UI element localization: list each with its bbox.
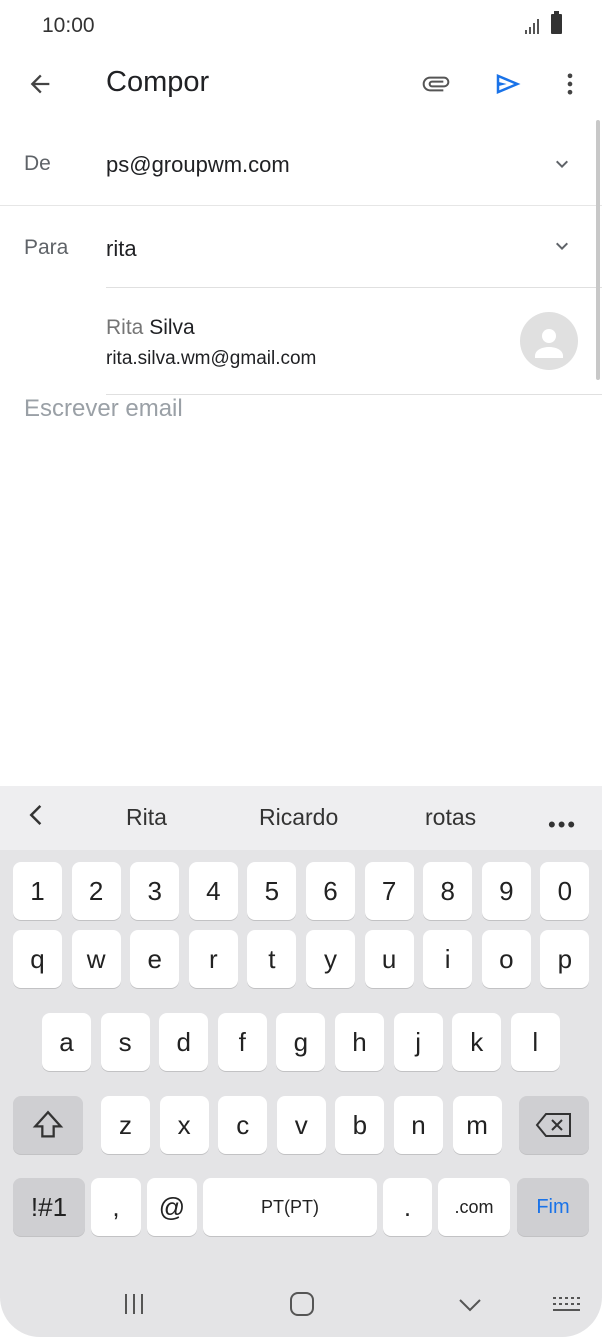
chevron-down-icon[interactable] bbox=[550, 152, 574, 176]
prediction-bar: Rita Ricardo rotas ••• bbox=[0, 786, 602, 850]
shift-key[interactable] bbox=[13, 1096, 83, 1154]
key-h[interactable]: h bbox=[335, 1013, 384, 1071]
key-f[interactable]: f bbox=[217, 1013, 267, 1071]
key-n[interactable]: n bbox=[394, 1096, 443, 1154]
status-bar: 10:00 bbox=[0, 0, 602, 52]
to-label: Para bbox=[24, 236, 69, 259]
paperclip-icon bbox=[422, 76, 450, 92]
key-i[interactable]: i bbox=[423, 930, 473, 988]
key-b[interactable]: b bbox=[335, 1096, 385, 1154]
prediction-2[interactable]: Ricardo bbox=[259, 804, 338, 831]
key-x[interactable]: x bbox=[159, 1096, 209, 1154]
divider bbox=[106, 287, 602, 288]
key-t[interactable]: t bbox=[247, 930, 297, 988]
signal-icon bbox=[525, 18, 539, 34]
key-d[interactable]: d bbox=[159, 1013, 209, 1071]
key-9[interactable]: 9 bbox=[481, 862, 531, 920]
key-y[interactable]: y bbox=[306, 930, 355, 988]
key-m[interactable]: m bbox=[452, 1096, 502, 1154]
key-r[interactable]: r bbox=[188, 930, 238, 988]
key-8[interactable]: 8 bbox=[423, 862, 473, 920]
person-icon bbox=[535, 329, 563, 358]
page-title: Compor bbox=[106, 66, 210, 98]
from-value[interactable]: ps@groupwm.com bbox=[106, 152, 290, 178]
back-button[interactable] bbox=[18, 62, 62, 106]
hide-keyboard-icon[interactable] bbox=[456, 1290, 484, 1318]
key-7[interactable]: 7 bbox=[364, 862, 414, 920]
key-0[interactable]: 0 bbox=[540, 862, 590, 920]
scrollbar[interactable] bbox=[596, 120, 600, 380]
key-z[interactable]: z bbox=[101, 1096, 150, 1154]
home-icon[interactable] bbox=[288, 1290, 316, 1318]
key-s[interactable]: s bbox=[100, 1013, 150, 1071]
backspace-icon bbox=[535, 1113, 571, 1137]
chevron-left-icon[interactable] bbox=[22, 800, 52, 830]
contact-suggestion[interactable]: Rita Silva rita.silva.wm@gmail.com bbox=[106, 300, 602, 395]
status-time: 10:00 bbox=[42, 14, 95, 37]
suggestion-name: Rita Silva bbox=[106, 316, 195, 340]
keyboard: Rita Ricardo rotas ••• 1234567890 qwertyu… bbox=[0, 786, 602, 1337]
more-predictions-button[interactable]: ••• bbox=[548, 812, 577, 838]
suggestion-email: rita.silva.wm@gmail.com bbox=[106, 348, 317, 369]
more-vert-icon bbox=[567, 73, 573, 95]
comma-key[interactable]: , bbox=[91, 1178, 141, 1236]
recent-apps-icon[interactable] bbox=[120, 1290, 148, 1318]
key-p[interactable]: p bbox=[540, 930, 590, 988]
app-bar: Compor bbox=[0, 52, 602, 114]
more-options-button[interactable] bbox=[548, 62, 592, 106]
to-row[interactable]: Para rita bbox=[0, 206, 602, 288]
from-row[interactable]: De ps@groupwm.com bbox=[0, 124, 602, 206]
battery-icon bbox=[551, 11, 562, 34]
from-label: De bbox=[24, 152, 51, 175]
done-key[interactable]: Fim bbox=[517, 1178, 589, 1236]
send-button[interactable] bbox=[486, 62, 530, 106]
shift-icon bbox=[32, 1110, 64, 1138]
keyboard-icon[interactable] bbox=[552, 1294, 580, 1314]
key-v[interactable]: v bbox=[276, 1096, 326, 1154]
key-e[interactable]: e bbox=[130, 930, 180, 988]
suggestion-name-match: Rita bbox=[106, 316, 144, 339]
back-arrow-icon bbox=[30, 74, 50, 94]
space-key[interactable]: PT(PT) bbox=[203, 1178, 377, 1236]
key-1[interactable]: 1 bbox=[13, 862, 62, 920]
system-nav-bar bbox=[0, 1274, 602, 1337]
status-icons bbox=[525, 11, 562, 34]
period-key[interactable]: . bbox=[383, 1178, 432, 1236]
key-k[interactable]: k bbox=[452, 1013, 502, 1071]
key-3[interactable]: 3 bbox=[130, 862, 180, 920]
key-j[interactable]: j bbox=[393, 1013, 443, 1071]
key-w[interactable]: w bbox=[71, 930, 121, 988]
key-c[interactable]: c bbox=[218, 1096, 268, 1154]
dotcom-key[interactable]: .com bbox=[438, 1178, 510, 1236]
symbols-key[interactable]: !#1 bbox=[13, 1178, 85, 1236]
key-2[interactable]: 2 bbox=[71, 862, 121, 920]
to-input[interactable]: rita bbox=[106, 236, 137, 262]
key-l[interactable]: l bbox=[510, 1013, 560, 1071]
key-o[interactable]: o bbox=[481, 930, 531, 988]
attach-button[interactable] bbox=[414, 62, 458, 106]
prediction-3[interactable]: rotas bbox=[425, 804, 476, 831]
key-q[interactable]: q bbox=[13, 930, 62, 988]
key-u[interactable]: u bbox=[364, 930, 414, 988]
body-input[interactable]: Escrever email bbox=[24, 395, 183, 423]
at-key[interactable]: @ bbox=[147, 1178, 197, 1236]
prediction-1[interactable]: Rita bbox=[126, 804, 167, 831]
key-6[interactable]: 6 bbox=[306, 862, 355, 920]
key-g[interactable]: g bbox=[276, 1013, 326, 1071]
chevron-down-icon[interactable] bbox=[550, 234, 574, 258]
key-4[interactable]: 4 bbox=[188, 862, 238, 920]
avatar bbox=[520, 312, 578, 370]
backspace-key[interactable] bbox=[519, 1096, 589, 1154]
key-a[interactable]: a bbox=[42, 1013, 91, 1071]
suggestion-name-rest: Silva bbox=[143, 316, 195, 339]
key-5[interactable]: 5 bbox=[247, 862, 297, 920]
send-icon bbox=[496, 74, 521, 94]
